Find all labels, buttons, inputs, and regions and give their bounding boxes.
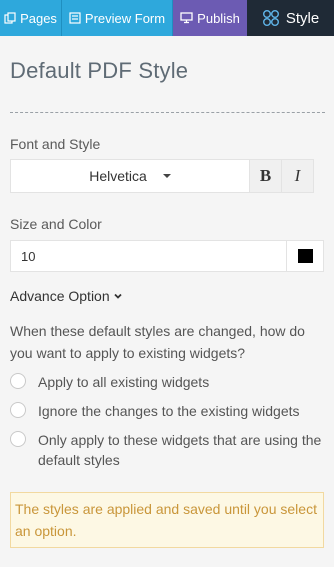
option-label: Only apply to these widgets that are usi… bbox=[38, 432, 322, 468]
tab-preview-form-label: Preview Form bbox=[84, 10, 166, 26]
color-picker-button[interactable] bbox=[287, 240, 324, 272]
style-icon bbox=[262, 10, 279, 26]
font-controls: Helvetica B I bbox=[10, 159, 324, 193]
tab-style[interactable]: Style bbox=[247, 0, 334, 36]
font-family-value: Helvetica bbox=[89, 168, 147, 184]
tab-pages-label: Pages bbox=[20, 10, 57, 26]
tab-publish[interactable]: Publish bbox=[173, 0, 247, 36]
advance-option-toggle[interactable]: Advance Option bbox=[10, 288, 324, 304]
publish-monitor-icon bbox=[180, 12, 193, 24]
font-size-input[interactable] bbox=[10, 240, 287, 272]
style-panel: Default PDF Style Font and Style Helveti… bbox=[0, 36, 334, 548]
tab-preview-form[interactable]: Preview Form bbox=[62, 0, 173, 36]
advance-option-label: Advance Option bbox=[10, 288, 110, 304]
font-and-style-label: Font and Style bbox=[10, 136, 101, 152]
option-label: Ignore the changes to the existing widge… bbox=[38, 403, 300, 419]
top-navigation: Pages Preview Form Publish Style bbox=[0, 0, 334, 36]
page-title: Default PDF Style bbox=[10, 58, 189, 83]
pages-icon bbox=[4, 12, 16, 24]
option-ignore-changes[interactable]: Ignore the changes to the existing widge… bbox=[10, 401, 324, 421]
size-and-color-label: Size and Color bbox=[10, 216, 102, 232]
caret-down-icon bbox=[162, 174, 171, 178]
radio-button[interactable] bbox=[10, 402, 26, 418]
size-color-controls bbox=[10, 240, 324, 272]
color-swatch bbox=[297, 249, 313, 263]
tab-pages[interactable]: Pages bbox=[0, 0, 62, 36]
apply-question: When these default styles are changed, h… bbox=[10, 323, 305, 361]
bold-button[interactable]: B bbox=[250, 159, 282, 193]
preview-form-icon bbox=[69, 12, 81, 24]
italic-button[interactable]: I bbox=[282, 159, 314, 193]
tab-publish-label: Publish bbox=[197, 10, 240, 26]
option-label: Apply to all existing widgets bbox=[38, 374, 210, 390]
option-apply-all[interactable]: Apply to all existing widgets bbox=[10, 372, 324, 392]
option-default-only[interactable]: Only apply to these widgets that are usi… bbox=[10, 430, 324, 470]
tab-style-label: Style bbox=[285, 9, 320, 27]
chevron-down-icon bbox=[113, 293, 122, 299]
divider bbox=[10, 112, 325, 113]
info-notice: The styles are applied and saved until y… bbox=[10, 492, 324, 548]
font-family-select[interactable]: Helvetica bbox=[10, 159, 250, 193]
radio-button[interactable] bbox=[10, 373, 26, 389]
radio-button[interactable] bbox=[10, 431, 26, 447]
apply-options: Apply to all existing widgets Ignore the… bbox=[10, 372, 324, 470]
